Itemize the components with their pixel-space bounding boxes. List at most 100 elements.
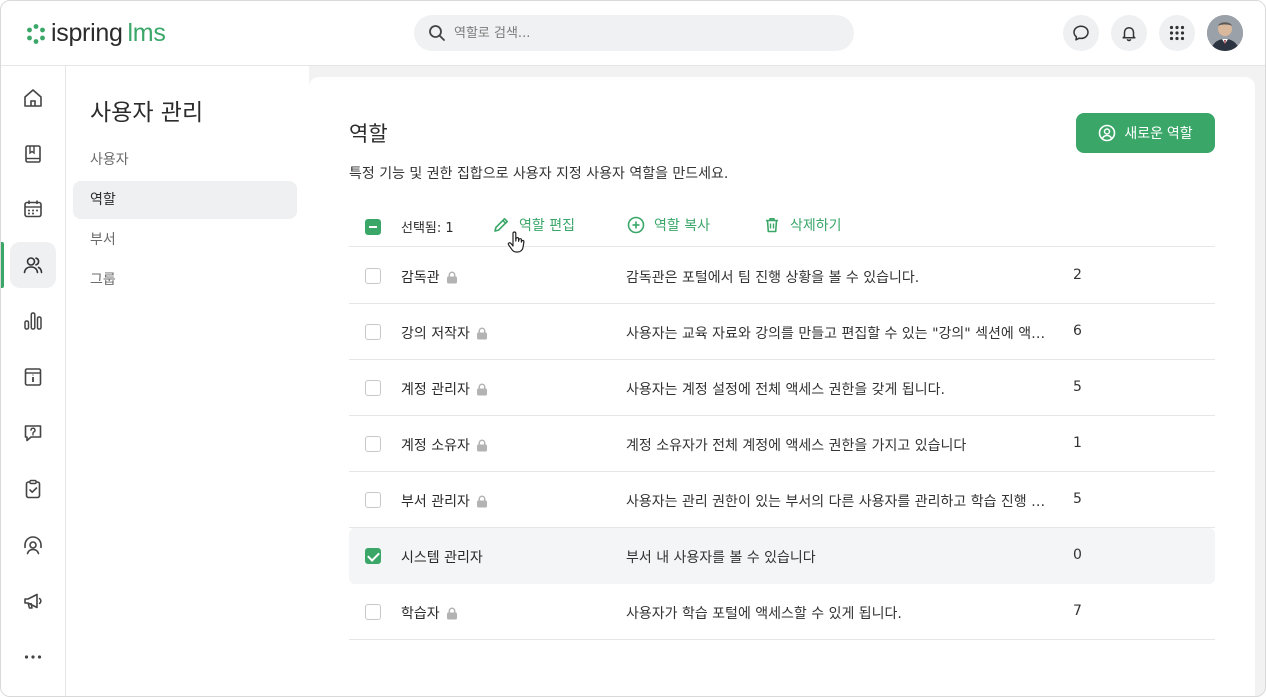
search-input[interactable] [454, 25, 834, 41]
role-name: 계정 관리자 [401, 379, 488, 399]
section-title: 사용자 관리 [90, 100, 204, 126]
apps-button[interactable] [1159, 15, 1195, 51]
role-name: 부서 관리자 [401, 491, 488, 511]
top-bar: ispring lms [1, 1, 1265, 66]
new-role-label: 새로운 역할 [1124, 125, 1193, 141]
logo-suffix: lms [127, 19, 166, 47]
role-name: 강의 저작자 [401, 323, 488, 343]
rail-more[interactable] [10, 634, 56, 680]
table-row[interactable]: 감독관 감독관은 포털에서 팀 진행 상황을 볼 수 있습니다. 2 [349, 248, 1215, 304]
lock-icon [446, 607, 457, 619]
role-user-count: 7 [1073, 603, 1082, 619]
row-checkbox[interactable] [365, 548, 381, 564]
role-name-text: 강의 저작자 [401, 326, 470, 342]
grid-icon [1169, 25, 1185, 41]
subnav-item-groups[interactable]: 그룹 [73, 261, 297, 299]
role-name-text: 계정 소유자 [401, 438, 470, 454]
coach-icon [24, 536, 42, 555]
lock-icon [446, 271, 457, 283]
subnav-item-roles[interactable]: 역할 [73, 181, 297, 219]
logo[interactable]: ispring lms [25, 19, 166, 48]
rail-announcements[interactable] [10, 578, 56, 624]
more-icon [24, 655, 42, 659]
table-row[interactable]: 부서 관리자 사용자는 관리 권한이 있는 부서의 다른 사용자를 관리하고 학… [349, 472, 1215, 528]
rail-info-board[interactable] [10, 354, 56, 400]
rail-users[interactable] [10, 242, 56, 288]
chat-button[interactable] [1063, 15, 1099, 51]
search-box [414, 15, 854, 51]
role-user-count: 1 [1073, 435, 1082, 451]
table-row[interactable]: 강의 저작자 사용자는 교육 자료와 강의를 만들고 편집할 수 있는 "강의"… [349, 304, 1215, 360]
megaphone-icon [24, 593, 42, 609]
role-user-count: 0 [1073, 547, 1082, 563]
rail-library[interactable] [10, 131, 56, 177]
table-row[interactable]: 시스템 관리자 부서 내 사용자를 볼 수 있습니다 0 [349, 528, 1215, 584]
role-name-text: 학습자 [401, 606, 440, 622]
rail-tasks[interactable] [10, 466, 56, 512]
row-checkbox[interactable] [365, 380, 381, 396]
user-avatar-icon [1207, 15, 1243, 51]
help-chat-icon [24, 425, 42, 442]
role-name-text: 부서 관리자 [401, 494, 470, 510]
role-user-count: 6 [1073, 323, 1082, 339]
table-row[interactable]: 계정 소유자 계정 소유자가 전체 계정에 액세스 권한을 가지고 있습니다 1 [349, 416, 1215, 472]
copy-role-label: 역할 복사 [654, 218, 710, 234]
role-name: 학습자 [401, 603, 458, 623]
search-icon [429, 25, 445, 41]
logo-text: ispring lms [51, 19, 166, 48]
avatar[interactable] [1207, 15, 1243, 51]
rail-reports[interactable] [10, 298, 56, 344]
row-checkbox[interactable] [365, 604, 381, 620]
role-description: 계정 소유자가 전체 계정에 액세스 권한을 가지고 있습니다 [626, 438, 967, 454]
users-icon [23, 257, 43, 274]
role-description: 부서 내 사용자를 볼 수 있습니다 [626, 550, 816, 566]
page-description: 특정 기능 및 권한 집합으로 사용자 지정 사용자 역할을 만드세요. [349, 166, 729, 182]
left-rail [1, 66, 66, 696]
rail-home[interactable] [10, 75, 56, 121]
copy-role-button[interactable]: 역할 복사 [627, 215, 710, 235]
plus-circle-icon [627, 216, 645, 234]
bell-icon [1122, 26, 1136, 42]
role-description: 감독관은 포털에서 팀 진행 상황을 볼 수 있습니다. [626, 270, 920, 286]
table-row[interactable]: 계정 관리자 사용자는 계정 설정에 전체 액세스 권한을 갖게 됩니다. 5 [349, 360, 1215, 416]
edit-role-button[interactable]: 역할 편집 [492, 215, 575, 235]
subnav-item-users[interactable]: 사용자 [73, 141, 297, 179]
table-row[interactable]: 학습자 사용자가 학습 포털에 액세스할 수 있게 됩니다. 7 [349, 584, 1215, 640]
edit-role-label: 역할 편집 [519, 218, 575, 234]
user-circle-icon [1099, 124, 1116, 142]
row-checkbox[interactable] [365, 436, 381, 452]
rail-coaching[interactable] [10, 522, 56, 568]
subnav-item-departments[interactable]: 부서 [73, 221, 297, 259]
row-checkbox[interactable] [365, 492, 381, 508]
rail-calendar[interactable] [10, 186, 56, 232]
select-all-checkbox[interactable] [365, 219, 381, 235]
calendar-icon [24, 200, 42, 218]
role-user-count: 5 [1073, 379, 1082, 395]
role-name-text: 계정 관리자 [401, 382, 470, 398]
role-description: 사용자는 교육 자료와 강의를 만들고 편집할 수 있는 "강의" 섹션에 액세… [626, 326, 1046, 342]
roles-panel: 역할 특정 기능 및 권한 집합으로 사용자 지정 사용자 역할을 만드세요. … [309, 77, 1255, 696]
notifications-button[interactable] [1111, 15, 1147, 51]
page-title: 역할 [349, 122, 388, 146]
role-name-text: 시스템 관리자 [401, 550, 483, 566]
trash-icon [766, 218, 778, 233]
rail-help[interactable] [10, 410, 56, 456]
role-name: 시스템 관리자 [401, 547, 483, 567]
clipboard-check-icon [25, 479, 41, 499]
row-checkbox[interactable] [365, 268, 381, 284]
chart-icon [24, 312, 42, 330]
lock-icon [476, 439, 487, 451]
role-description: 사용자가 학습 포털에 액세스할 수 있게 됩니다. [626, 606, 902, 622]
book-icon [25, 145, 41, 163]
delete-label: 삭제하기 [790, 218, 842, 234]
role-name-text: 감독관 [401, 270, 440, 286]
app-window: ispring lms 역할로 검색... 사용자 관리 사용자 역할 부서 그… [0, 0, 1266, 697]
home-icon [24, 89, 42, 107]
info-board-icon [24, 368, 42, 386]
role-user-count: 2 [1073, 267, 1082, 283]
row-checkbox[interactable] [365, 324, 381, 340]
new-role-button[interactable]: 새로운 역할 [1076, 113, 1215, 153]
lock-icon [476, 383, 487, 395]
selected-count: 선택됨: 1 [401, 221, 454, 236]
delete-button[interactable]: 삭제하기 [763, 215, 842, 235]
